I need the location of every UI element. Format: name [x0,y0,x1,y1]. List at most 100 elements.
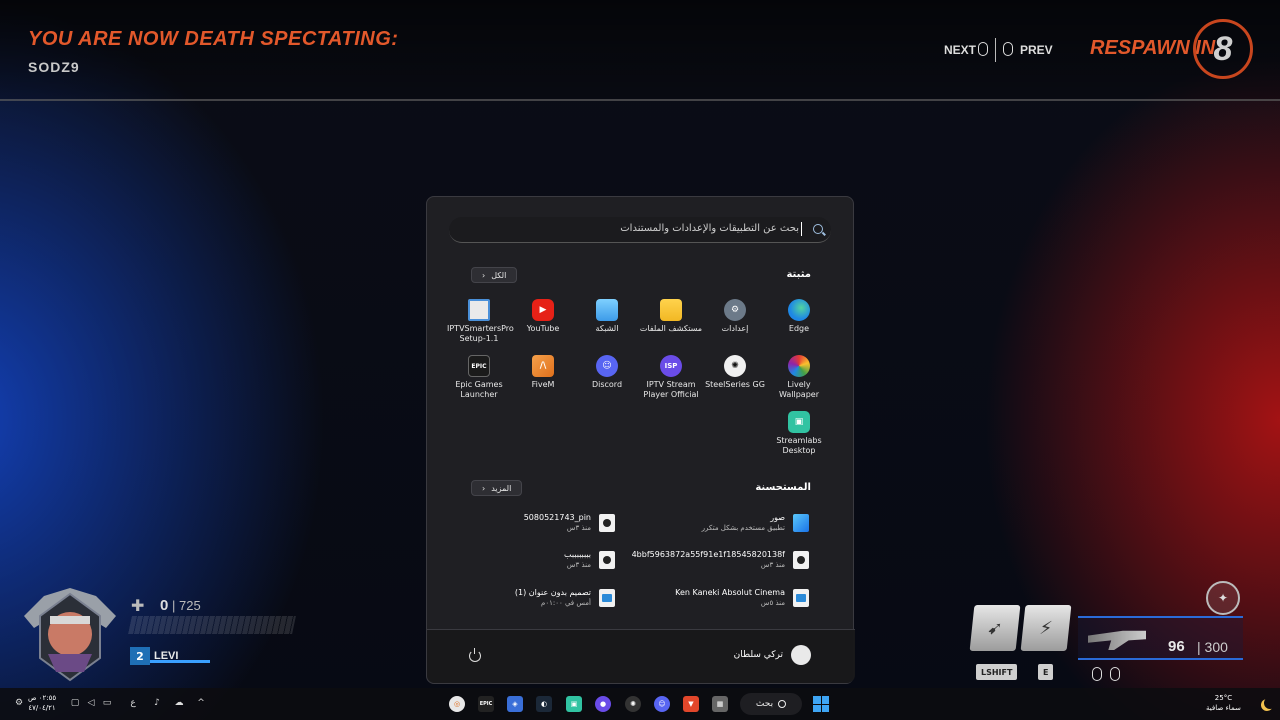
temperature: 25°C [1214,694,1233,702]
brave-icon[interactable]: ▼ [683,696,699,712]
recommended-item-subtitle: تطبيق مستخدم بشكل متكرر [701,524,785,532]
recommended-item[interactable]: 5080521743_pin منذ ٣س [415,511,615,537]
start-search-input[interactable]: بحث عن التطبيقات والإعدادات والمستندات [449,217,831,243]
mouse-icon [978,42,988,56]
spectate-bar: YOU ARE NOW DEATH SPECTATING: SODZ9 NEXT… [0,0,1280,101]
recommended-item-title: تصميم بدون عنوان (1) [514,588,591,597]
more-button[interactable]: المزيد ‹ [471,480,523,496]
steelseries-icon[interactable]: ✺ [625,696,641,712]
recommended-item[interactable]: تصميم بدون عنوان (1) أمس في ٠١:٠٠م [415,586,615,612]
user-avatar-icon[interactable] [791,645,811,665]
pinned-app-network[interactable]: الشبكة [575,299,639,334]
health-max: | 725 [172,598,201,613]
start-menu: بحث عن التطبيقات والإعدادات والمستندات م… [426,196,855,684]
recommended-item[interactable]: Ken Kaneki Absolut Cinema منذ ٥س [609,586,809,612]
image-file-icon [599,589,615,607]
moon-icon [1264,697,1276,709]
pinned-app-iptvsmarters-setup[interactable]: IPTVSmartersPro Setup-1.1 [447,299,514,344]
mouse-right-icon [1110,667,1120,681]
ability-2-icon: ⚡ [1020,605,1072,651]
pinned-app-youtube[interactable]: ▶ YouTube [511,299,575,334]
steam-icon[interactable]: ◐ [536,696,552,712]
recommended-item[interactable]: ببببببببب منذ ٣س [415,548,615,574]
settings-tray-icon[interactable]: ⚙ [14,698,24,708]
chat-icon[interactable]: ▢ [70,698,80,708]
pinned-app-lively-wallpaper[interactable]: Lively Wallpaper [767,355,831,400]
app-label: مستكشف الملفات [639,324,703,333]
recommended-item[interactable]: صور تطبيق مستخدم بشكل متكرر [609,511,809,537]
recommended-item-title: 4bbf5963872a55f91e1f18545820138f [631,550,785,559]
search-icon [778,700,787,708]
ability-1-icon: ➹ [969,605,1021,651]
clock[interactable]: ٠٢:٥٥ ص ٤٧/٠٤/٢١ [28,693,56,713]
pinned-title: مثبتة [786,269,811,280]
app-icon[interactable]: ◈ [507,696,523,712]
ability-2-key: E [1038,664,1054,680]
streamlabs-icon[interactable]: ▣ [566,696,582,712]
chevron-left-icon: ‹ [482,483,486,493]
recommended-item[interactable]: 4bbf5963872a55f91e1f18545820138f منذ ٣س [609,548,809,574]
installer-icon [468,299,490,321]
volume-icon[interactable]: ◁ [86,698,96,708]
app-label: FiveM [531,380,555,389]
app-label: YouTube [526,324,560,333]
monitor-icon[interactable]: ▭ [102,698,112,708]
clock-date: ٤٧/٠٤/٢١ [28,704,56,712]
pinned-app-steelseries[interactable]: ✺ SteelSeries GG [703,355,767,390]
app-label: Streamlabs Desktop [776,436,822,455]
discord-icon: ☺ [596,355,618,377]
epic-icon: EPIC [468,355,490,377]
hero-portrait [14,576,126,688]
pinned-app-epic-games[interactable]: EPIC Epic Games Launcher [447,355,511,400]
next-player-label: NEXT [944,43,977,57]
xp-bar [150,660,210,663]
microphone-icon[interactable]: ♪ [152,698,162,708]
respawn-timer: 8 [1193,19,1253,79]
recommended-item-subtitle: منذ ٣س [566,561,591,569]
recommended-title: المستحسنة [755,482,811,493]
video-file-icon [599,551,615,569]
app-label: Discord [591,380,623,389]
chevron-up-icon[interactable]: ^ [196,698,206,708]
weather-text: سماء صافية [1206,704,1241,712]
pinned-app-edge[interactable]: Edge [767,299,831,334]
app-label: Lively Wallpaper [778,380,819,399]
clock-time: ٠٢:٥٥ ص [28,694,57,702]
discord-icon[interactable]: ☺ [654,696,670,712]
isp-icon[interactable]: ● [595,696,611,712]
pinned-app-iptv-stream-player[interactable]: ISP IPTV Stream Player Official [639,355,703,400]
app-label: Epic Games Launcher [455,380,503,399]
taskbar-search-button[interactable]: بحث [740,693,802,715]
windows-start-icon[interactable] [813,696,829,712]
file-explorer-icon[interactable]: ▦ [712,696,728,712]
player-level: 2 [130,647,150,665]
mouse-icon [1003,42,1013,56]
steelseries-icon: ✺ [724,355,746,377]
app-label: Edge [788,324,810,333]
cloud-icon[interactable]: ☁ [174,698,184,708]
overwatch-icon[interactable]: ◎ [449,696,465,712]
weather-widget[interactable]: 25°C سماء صافية [1206,693,1241,713]
search-icon [813,224,823,234]
app-label: إعدادات [721,324,749,333]
health-plus-icon: ✚ [131,596,145,615]
fivem-icon: /\ [532,355,554,377]
pinned-app-discord[interactable]: ☺ Discord [575,355,639,390]
search-placeholder: بحث عن التطبيقات والإعدادات والمستندات [620,223,799,234]
user-name[interactable]: تركي سلطان [734,650,783,660]
pinned-app-streamlabs[interactable]: ▣ Streamlabs Desktop [767,411,831,456]
all-apps-button[interactable]: الكل ‹ [471,267,518,283]
language-indicator[interactable]: ع [128,698,138,708]
health-max-value: 725 [179,598,201,613]
pinned-app-file-explorer[interactable]: مستكشف الملفات [639,299,703,334]
lively-icon [788,355,810,377]
mouse-left-icon [1092,667,1102,681]
power-icon[interactable] [469,648,481,662]
pinned-app-fivem[interactable]: /\ FiveM [511,355,575,390]
taskbar: ⚙ ٠٢:٥٥ ص ٤٧/٠٤/٢١ ▢ ◁ ▭ ع ♪ ☁ ^ ◎ EPIC … [0,688,1280,720]
epic-icon[interactable]: EPIC [478,696,494,712]
recommended-item-title: 5080521743_pin [523,513,591,522]
app-label: الشبكة [595,324,619,333]
network-icon [596,299,618,321]
pinned-app-settings[interactable]: ⚙ إعدادات [703,299,767,334]
